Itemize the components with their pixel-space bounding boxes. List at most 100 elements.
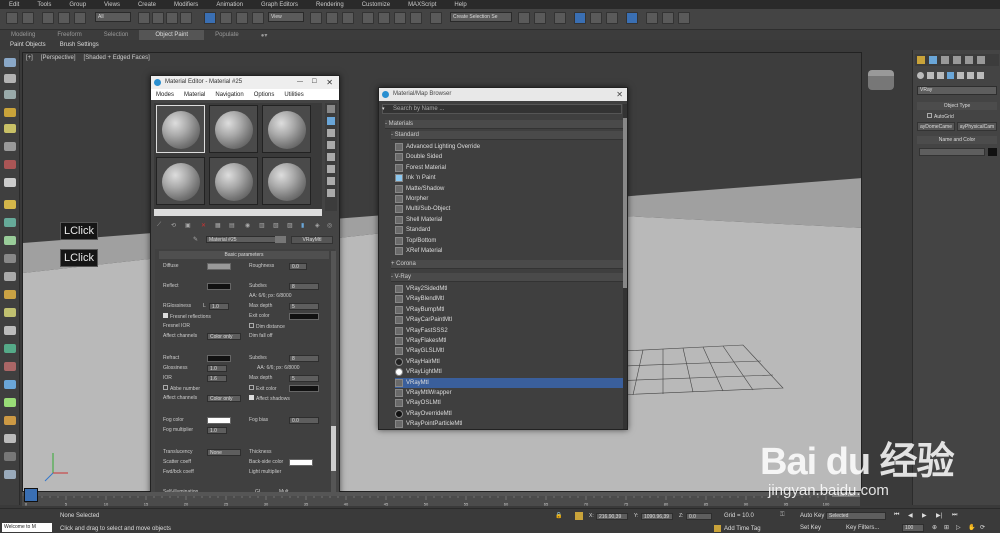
play-icon[interactable]: ▶ (922, 512, 927, 519)
vray-material-item[interactable]: VRayMtlWrapper (395, 388, 623, 398)
sample-slot-3[interactable] (262, 105, 311, 153)
go-to-parent-icon[interactable]: ▮ (301, 222, 304, 229)
spinner-snap-icon[interactable] (410, 12, 422, 24)
window-crossing-icon[interactable] (180, 12, 192, 24)
menu-animation[interactable]: Animation (207, 2, 252, 8)
sample-slot-4[interactable] (156, 157, 205, 205)
affect-shadows-checkbox[interactable] (249, 395, 254, 400)
tool-icon-1[interactable] (4, 58, 16, 67)
viewport-plus[interactable]: [+] (26, 55, 33, 61)
tool-icon-11[interactable] (4, 236, 16, 245)
standard-material-item[interactable]: Multi/Sub-Object (395, 204, 623, 214)
tool-icon-6[interactable] (4, 142, 16, 151)
abbe-checkbox[interactable] (163, 385, 168, 390)
vray-material-item[interactable]: VRayOverrideMtl (395, 409, 623, 419)
motion-tab-icon[interactable] (953, 56, 961, 64)
corona-group[interactable]: + Corona (391, 260, 623, 269)
refract-max-depth-field[interactable]: 5 (289, 375, 319, 382)
browser-scrollbar-thumb[interactable] (623, 118, 627, 288)
tool-icon-22[interactable] (4, 434, 16, 443)
layer-explorer-icon[interactable] (554, 12, 566, 24)
absolute-mode-icon[interactable] (575, 512, 583, 520)
tool-icon-15[interactable] (4, 308, 16, 317)
fog-bias-field[interactable]: 0.0 (289, 417, 319, 424)
minimize-icon[interactable]: — (297, 76, 303, 89)
unlink-icon[interactable] (58, 12, 70, 24)
y-coordinate-field[interactable]: 1090.96,39 (641, 513, 673, 520)
go-to-start-icon[interactable]: ⏮ (894, 512, 899, 519)
roughness-field[interactable]: 0.0 (289, 263, 307, 270)
refract-swatch[interactable] (207, 355, 231, 362)
select-manipulate-icon[interactable] (326, 12, 338, 24)
render-setup-icon[interactable] (646, 12, 658, 24)
affect-channels-dropdown[interactable]: Color only (207, 333, 241, 340)
make-preview-icon[interactable] (327, 165, 335, 173)
bind-space-warp-icon[interactable] (74, 12, 86, 24)
lock-icon[interactable]: 🔒 (555, 512, 563, 520)
uv-tiling-icon[interactable] (327, 141, 335, 149)
menu-material[interactable]: Material (179, 92, 210, 98)
zoom-all-icon[interactable]: ⊞ (944, 524, 949, 531)
get-material-icon[interactable]: ⟋ (157, 222, 161, 229)
auto-key-button[interactable]: Auto Key (800, 513, 824, 519)
sample-slot-1[interactable] (156, 105, 205, 153)
undo-icon[interactable] (6, 12, 18, 24)
named-selection-dropdown[interactable]: Create Selection Se (450, 12, 512, 22)
menu-modes[interactable]: Modes (151, 92, 179, 98)
selected-dropdown[interactable]: Selected (826, 512, 886, 520)
make-unique-icon[interactable]: ▤ (229, 222, 235, 229)
material-id-icon[interactable]: ▥ (259, 222, 265, 229)
vray-material-item[interactable]: VRayGLSLMtl (395, 346, 623, 356)
systems-icon[interactable] (977, 72, 984, 79)
time-tag-icon[interactable] (714, 525, 721, 532)
refract-subdivs-field[interactable]: 8 (289, 355, 319, 362)
tab-populate[interactable]: Populate (204, 32, 250, 38)
vray-material-item[interactable]: VRayCarPaintMtl (395, 315, 623, 325)
sample-type-icon[interactable] (327, 105, 335, 113)
material-type-button[interactable]: VRayMtl (291, 236, 333, 244)
tab-object-paint[interactable]: Object Paint (139, 30, 205, 40)
sample-slot-2[interactable] (209, 105, 258, 153)
object-type-rollout[interactable]: Object Type (917, 102, 997, 110)
refract-exit-color-swatch[interactable] (289, 385, 319, 392)
reflect-exit-color-swatch[interactable] (289, 313, 319, 320)
tool-icon-12[interactable] (4, 254, 16, 263)
vray-material-item[interactable]: VRayFastSSS2 (395, 326, 623, 336)
go-sibling-icon[interactable]: ◎ (327, 222, 332, 229)
shapes-icon[interactable] (927, 72, 934, 79)
standard-material-item[interactable]: Ink 'n Paint (395, 173, 623, 183)
put-to-scene-icon[interactable]: ⟲ (171, 222, 176, 229)
materials-group[interactable]: - Materials (385, 120, 623, 129)
maximize-icon[interactable]: ☐ (312, 76, 317, 89)
assign-material-icon[interactable]: ▣ (185, 222, 191, 229)
tool-icon-2[interactable] (4, 74, 16, 83)
slots-scrollbar[interactable] (154, 209, 322, 216)
ribbon-options-icon[interactable]: ●▾ (250, 32, 279, 39)
go-to-end-icon[interactable]: ⏭ (952, 512, 957, 519)
dim-distance-checkbox[interactable] (249, 323, 254, 328)
video-color-icon[interactable] (327, 153, 335, 161)
menu-options[interactable]: Options (249, 92, 280, 98)
menu-edit[interactable]: Edit (0, 2, 28, 8)
object-color-swatch[interactable] (988, 148, 997, 156)
tool-icon-21[interactable] (4, 416, 16, 425)
current-frame-field[interactable]: 100 (902, 524, 924, 532)
object-name-input[interactable] (919, 148, 985, 156)
translucency-dropdown[interactable]: None (207, 449, 241, 456)
diffuse-swatch[interactable] (207, 263, 231, 270)
reflect-swatch[interactable] (207, 283, 231, 290)
standard-material-item[interactable]: XRef Material (395, 246, 623, 256)
tool-icon-9[interactable] (4, 200, 16, 209)
menu-navigation[interactable]: Navigation (210, 92, 248, 98)
timeline-toggle-icon[interactable] (24, 488, 38, 502)
mirror-icon[interactable] (518, 12, 530, 24)
material-editor-icon[interactable] (626, 12, 638, 24)
make-copy-icon[interactable]: ▦ (215, 222, 221, 229)
menu-graph-editors[interactable]: Graph Editors (252, 2, 307, 8)
next-frame-icon[interactable]: ▶| (936, 512, 942, 519)
put-to-library-icon[interactable]: ◉ (245, 222, 250, 229)
percent-snap-icon[interactable] (394, 12, 406, 24)
close-icon[interactable]: ✕ (616, 88, 623, 101)
reset-material-icon[interactable]: ✕ (201, 222, 206, 229)
field-of-view-icon[interactable]: ▷ (956, 524, 961, 531)
